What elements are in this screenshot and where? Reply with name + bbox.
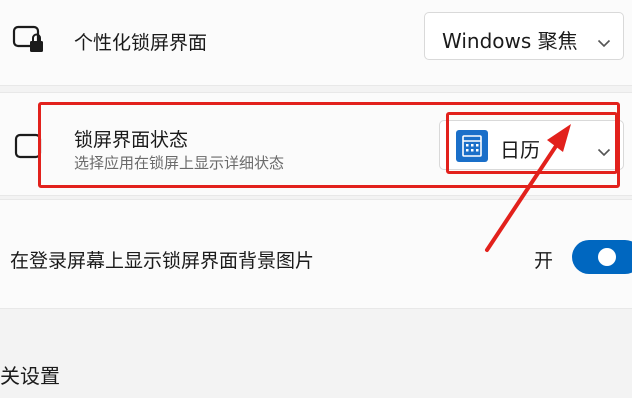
- personalize-lock-screen-label: 个性化锁屏界面: [74, 32, 208, 54]
- personalize-lock-screen-dropdown[interactable]: Windows 聚焦: [424, 12, 624, 60]
- toggle-state-label: 开: [534, 250, 554, 272]
- toggle-knob: [598, 248, 616, 266]
- sign-in-background-row: 在登录屏幕上显示锁屏界面背景图片 开: [0, 199, 632, 309]
- monitor-lock-icon: [12, 24, 46, 60]
- sign-in-background-label: 在登录屏幕上显示锁屏界面背景图片: [10, 250, 315, 272]
- chevron-down-icon: [597, 33, 611, 52]
- annotation-box-status-dropdown: [446, 112, 618, 174]
- personalize-lock-screen-value: Windows 聚焦: [442, 29, 578, 53]
- related-settings-title: 关设置: [0, 364, 60, 388]
- sign-in-background-toggle[interactable]: [572, 240, 632, 274]
